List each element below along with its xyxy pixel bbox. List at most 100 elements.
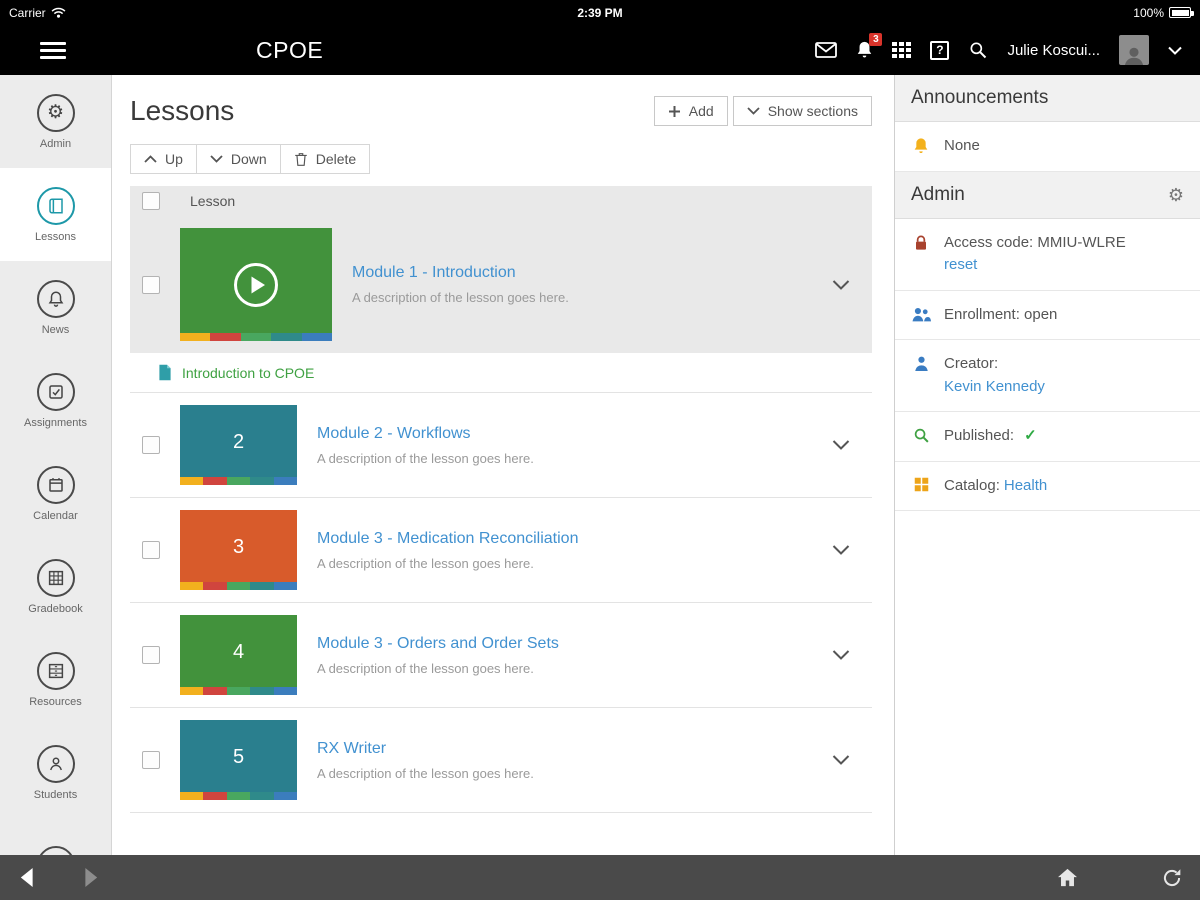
lesson-title-link[interactable]: Module 1 - Introduction <box>352 264 569 282</box>
gear-icon[interactable]: ⚙ <box>1168 186 1184 204</box>
bell-icon <box>36 279 75 318</box>
forward-button[interactable] <box>83 867 100 888</box>
move-up-button[interactable]: Up <box>130 144 197 174</box>
sidebar-item-partial[interactable] <box>0 819 111 855</box>
avatar[interactable] <box>1119 35 1149 65</box>
menu-button[interactable] <box>40 41 66 59</box>
tile-number: 2 <box>232 430 245 453</box>
lesson-tile[interactable]: 2 <box>180 405 298 485</box>
reset-link[interactable]: reset <box>944 254 977 277</box>
catalog-label: Catalog: <box>944 476 1000 494</box>
chevron-down-icon <box>747 107 760 115</box>
lesson-description: A description of the lesson goes here. <box>317 555 534 571</box>
expand-chevron-icon[interactable] <box>832 545 850 556</box>
add-button[interactable]: Add <box>653 96 728 126</box>
catalog-grid-icon <box>911 477 931 492</box>
sidebar: ⚙ Admin Lessons News Assignments Calenda… <box>0 75 112 855</box>
chevron-up-icon <box>144 155 157 163</box>
sidebar-item-students[interactable]: Students <box>0 726 111 819</box>
page-title: Lessons <box>130 95 235 126</box>
delete-button[interactable]: Delete <box>279 144 371 174</box>
lesson-tile[interactable]: 3 <box>180 510 298 590</box>
refresh-button[interactable] <box>1162 868 1182 888</box>
user-menu-chevron-icon[interactable] <box>1168 46 1182 55</box>
app-title: CPOE <box>256 36 324 63</box>
lock-icon <box>911 234 931 252</box>
notifications-icon[interactable]: 3 <box>856 33 883 60</box>
creator-link[interactable]: Kevin Kennedy <box>944 376 1045 399</box>
lesson-description: A description of the lesson goes here. <box>317 450 534 466</box>
access-code-text: Access code: MMIU-WLRE <box>944 233 1126 251</box>
select-all-checkbox[interactable] <box>142 192 160 210</box>
admin-header: Admin ⚙ <box>895 171 1200 219</box>
sidebar-item-admin[interactable]: ⚙ Admin <box>0 75 111 168</box>
sidebar-item-calendar[interactable]: Calendar <box>0 447 111 540</box>
back-button[interactable] <box>18 867 35 888</box>
sidebar-item-resources[interactable]: Resources <box>0 633 111 726</box>
lesson-title-link[interactable]: Module 2 - Workflows <box>317 425 534 443</box>
lesson-row: 5 RX Writer A description of the lesson … <box>130 708 872 813</box>
lesson-description: A description of the lesson goes here. <box>317 660 534 676</box>
lesson-tile[interactable] <box>180 228 333 341</box>
tile-number: 4 <box>232 640 245 663</box>
move-down-button[interactable]: Down <box>195 144 281 174</box>
sidebar-item-label: Assignments <box>24 416 87 429</box>
tile-stripe <box>180 792 298 800</box>
document-icon <box>159 364 171 381</box>
announcements-header: Announcements <box>895 75 1200 122</box>
people-icon <box>911 306 931 323</box>
wifi-icon <box>51 7 66 18</box>
sidebar-item-news[interactable]: News <box>0 261 111 354</box>
sidebar-item-label: Students <box>33 788 78 801</box>
home-button[interactable] <box>1057 868 1078 887</box>
help-icon[interactable]: ? <box>930 40 950 60</box>
access-code-row: Access code: MMIU-WLRE reset <box>895 219 1200 291</box>
lesson-title-link[interactable]: RX Writer <box>317 740 534 758</box>
expand-chevron-icon[interactable] <box>832 650 850 661</box>
tile-stripe <box>180 687 298 695</box>
battery-icon <box>1169 7 1194 18</box>
row-checkbox[interactable] <box>142 275 160 294</box>
plus-icon <box>668 105 680 117</box>
row-checkbox[interactable] <box>142 541 160 559</box>
battery-percent: 100% <box>1133 5 1164 20</box>
lesson-tile[interactable]: 5 <box>180 720 298 800</box>
catalog-row: Catalog: Health <box>895 462 1200 511</box>
browser-bottom-bar <box>0 855 1200 900</box>
show-sections-button[interactable]: Show sections <box>732 96 872 126</box>
lessons-table-header: Lesson <box>130 186 872 216</box>
tile-stripe <box>180 582 298 590</box>
lesson-title-link[interactable]: Module 3 - Medication Reconciliation <box>317 530 578 548</box>
sidebar-item-lessons[interactable]: Lessons <box>0 168 111 261</box>
mail-icon[interactable] <box>815 42 838 58</box>
row-checkbox[interactable] <box>142 646 160 664</box>
sidebar-item-assignments[interactable]: Assignments <box>0 354 111 447</box>
clock: 2:39 PM <box>577 5 623 20</box>
search-icon[interactable] <box>968 40 988 60</box>
lesson-title-link[interactable]: Module 3 - Orders and Order Sets <box>317 635 559 653</box>
user-menu-name[interactable]: Julie Koscui... <box>1007 42 1100 59</box>
creator-row: Creator: Kevin Kennedy <box>895 340 1200 412</box>
expand-chevron-icon[interactable] <box>832 440 850 451</box>
lesson-row: 3 Module 3 - Medication Reconciliation A… <box>130 498 872 603</box>
expand-chevron-icon[interactable] <box>832 279 850 290</box>
expand-chevron-icon[interactable] <box>832 755 850 766</box>
apps-grid-icon[interactable] <box>892 42 912 58</box>
row-checkbox[interactable] <box>142 436 160 454</box>
right-panel: Announcements None Admin ⚙ Access code: … <box>894 75 1200 855</box>
lesson-description: A description of the lesson goes here. <box>352 290 569 305</box>
lesson-sub-item: Introduction to CPOE <box>130 353 872 393</box>
creator-label: Creator: <box>944 355 999 372</box>
catalog-link[interactable]: Health <box>1004 475 1047 498</box>
sidebar-item-gradebook[interactable]: Gradebook <box>0 540 111 633</box>
bell-icon <box>911 137 931 155</box>
chevron-down-icon <box>210 155 223 163</box>
trash-icon <box>294 152 307 166</box>
enrollment-row: Enrollment: open <box>895 291 1200 340</box>
lesson-description: A description of the lesson goes here. <box>317 765 534 781</box>
calendar-icon <box>36 465 75 504</box>
magnifier-icon <box>911 427 931 444</box>
row-checkbox[interactable] <box>142 751 160 769</box>
lesson-tile[interactable]: 4 <box>180 615 298 695</box>
sub-item-link[interactable]: Introduction to CPOE <box>182 365 314 381</box>
